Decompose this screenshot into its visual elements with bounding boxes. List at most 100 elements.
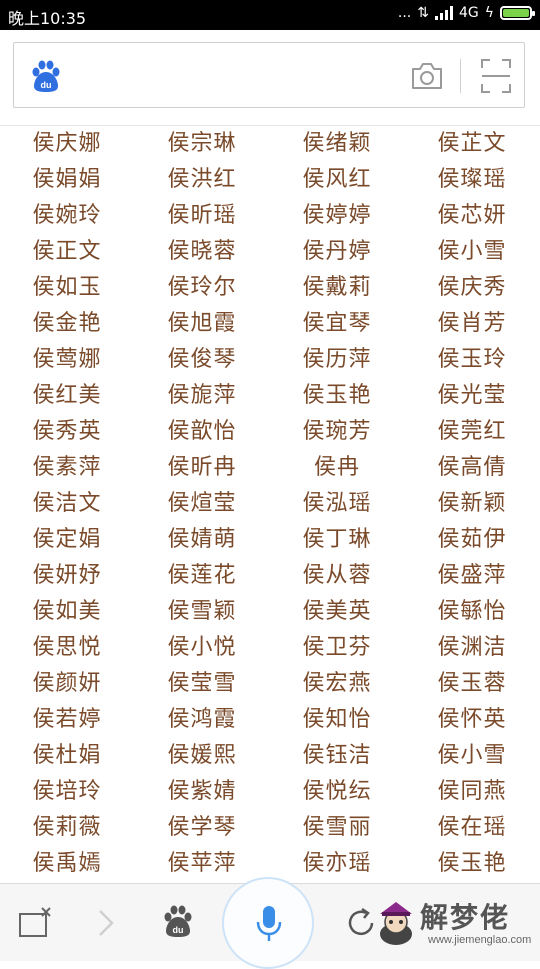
name-cell: 侯婉玲 <box>32 203 102 228</box>
name-cell: 侯玉蓉 <box>437 671 507 696</box>
microphone-icon <box>256 906 282 941</box>
name-row: 侯素萍 侯昕冉 侯冉 侯高倩 <box>0 450 540 486</box>
name-cell: 侯怀英 <box>437 707 507 732</box>
name-row: 侯正文 侯晓蓉 侯丹婷 侯小雪 <box>0 234 540 270</box>
close-window-icon[interactable] <box>18 906 54 938</box>
name-cell: 侯新颖 <box>437 491 507 516</box>
name-cell: 侯緐怡 <box>437 599 507 624</box>
svg-text:du: du <box>41 80 52 90</box>
name-cell: 侯莹雪 <box>167 671 237 696</box>
voice-search-button[interactable] <box>222 877 314 969</box>
name-cell: 侯知怡 <box>302 707 372 732</box>
name-row: 侯若婷 侯鸿霞 侯知怡 侯怀英 <box>0 702 540 738</box>
name-cell: 侯娟娟 <box>32 167 102 192</box>
name-cell: 侯泓瑶 <box>302 491 372 516</box>
name-cell: 侯旎萍 <box>167 383 237 408</box>
status-bar: 晚上10:35 ... ⇅ 4G ϟ <box>0 0 540 30</box>
name-cell: 侯历萍 <box>302 347 372 372</box>
name-cell: 侯渊洁 <box>437 635 507 660</box>
name-cell: 侯玉艳 <box>302 383 372 408</box>
name-row: 侯洁文 侯煊莹 侯泓瑶 侯新颖 <box>0 486 540 522</box>
name-cell: 侯秀英 <box>32 419 102 444</box>
name-cell: 侯禹嫣 <box>32 851 102 876</box>
name-cell: 侯定娟 <box>32 527 102 552</box>
name-row: 侯金艳 侯旭霞 侯宜琴 侯肖芳 <box>0 306 540 342</box>
name-cell: 侯婧萌 <box>167 527 237 552</box>
name-cell: 侯戴莉 <box>302 275 372 300</box>
names-grid: 侯庆娜 侯宗琳 侯绪颖 侯芷文 侯娟娟 侯洪红 侯风红 侯璨瑶 侯婉玲 侯昕瑶 侯婷婷 侯芯妍 侯正文侯… <box>0 125 540 881</box>
name-cell: 侯风红 <box>302 167 372 192</box>
name-cell: 侯亦瑶 <box>302 851 372 876</box>
name-cell: 侯绪颖 <box>302 131 372 156</box>
name-row: 侯秀英 侯歆怡 侯琬芳 侯莞红 <box>0 414 540 450</box>
name-cell: 侯小雪 <box>437 743 507 768</box>
name-cell: 侯红美 <box>32 383 102 408</box>
name-cell: 侯俊琴 <box>167 347 237 372</box>
name-cell: 侯玉艳 <box>437 851 507 876</box>
signal-icon <box>434 6 453 20</box>
name-cell: 侯颜妍 <box>32 671 102 696</box>
watermark-avatar-icon <box>380 902 412 945</box>
name-cell: 侯如玉 <box>32 275 102 300</box>
name-row: 侯莺娜 侯俊琴 侯历萍 侯玉玲 <box>0 342 540 378</box>
name-cell: 侯雪丽 <box>302 815 372 840</box>
search-box[interactable]: du <box>13 42 525 108</box>
scan-icon[interactable] <box>480 58 512 94</box>
name-cell: 侯学琴 <box>167 815 237 840</box>
name-cell: 侯晓蓉 <box>167 239 237 264</box>
name-row: 侯莉薇 侯学琴 侯雪丽 侯在瑶 <box>0 810 540 846</box>
watermark: 解梦佬 www.jiemenglao.com <box>372 892 537 952</box>
name-cell: 侯昕冉 <box>167 455 237 480</box>
battery-icon <box>500 6 535 20</box>
name-cell: 侯素萍 <box>32 455 102 480</box>
notification-dots: ... <box>397 5 412 21</box>
name-row: 侯培玲 侯紫婧 侯悦纭 侯同燕 <box>0 774 540 810</box>
network-type: 4G <box>458 5 479 21</box>
name-cell: 侯洁文 <box>32 491 102 516</box>
chevron-right-icon[interactable] <box>96 908 116 938</box>
baidu-paw-icon[interactable]: du <box>160 904 196 940</box>
name-cell: 侯冉 <box>313 455 360 480</box>
camera-icon[interactable] <box>410 61 444 91</box>
baidu-paw-icon[interactable]: du <box>28 59 64 95</box>
name-cell: 侯雪颖 <box>167 599 237 624</box>
name-cell: 侯苹萍 <box>167 851 237 876</box>
name-cell: 侯从蓉 <box>302 563 372 588</box>
name-cell: 侯紫婧 <box>167 779 237 804</box>
name-cell: 侯小雪 <box>437 239 507 264</box>
name-cell: 侯杜娟 <box>32 743 102 768</box>
name-row: 侯思悦 侯小悦 侯卫芬 侯渊洁 <box>0 630 540 666</box>
svg-text:du: du <box>173 925 184 935</box>
name-row: 侯颜妍 侯莹雪 侯宏燕 侯玉蓉 <box>0 666 540 702</box>
watermark-url: www.jiemenglao.com <box>428 934 532 946</box>
name-row: 侯定娟 侯婧萌 侯丁琳 侯茹伊 <box>0 522 540 558</box>
name-cell: 侯鸿霞 <box>167 707 237 732</box>
name-cell: 侯洪红 <box>167 167 237 192</box>
name-cell: 侯庆秀 <box>437 275 507 300</box>
name-cell: 侯卫芬 <box>302 635 372 660</box>
name-row: 侯妍妤 侯莲花 侯从蓉 侯盛萍 <box>0 558 540 594</box>
name-cell: 侯如美 <box>32 599 102 624</box>
name-cell: 侯金艳 <box>32 311 102 336</box>
name-cell: 侯丹婷 <box>302 239 372 264</box>
name-cell: 侯庆娜 <box>32 131 102 156</box>
name-cell: 侯莞红 <box>437 419 507 444</box>
name-row: 侯庆娜 侯宗琳 侯绪颖 侯芷文 <box>0 126 540 162</box>
name-cell: 侯思悦 <box>32 635 102 660</box>
name-row: 侯禹嫣 侯苹萍 侯亦瑶 侯玉艳 <box>0 846 540 881</box>
name-cell: 侯肖芳 <box>437 311 507 336</box>
name-row: 侯婉玲 侯昕瑶 侯婷婷 侯芯妍 <box>0 198 540 234</box>
status-time: 晚上10:35 <box>8 9 87 28</box>
name-cell: 侯高倩 <box>437 455 507 480</box>
name-row: 侯如玉 侯玲尔 侯戴莉 侯庆秀 <box>0 270 540 306</box>
name-cell: 侯芯妍 <box>437 203 507 228</box>
name-cell: 侯妍妤 <box>32 563 102 588</box>
search-header: du <box>0 30 540 125</box>
name-row: 侯如美 侯雪颖 侯美英 侯緐怡 <box>0 594 540 630</box>
status-icons: ... ⇅ 4G ϟ <box>397 5 535 21</box>
name-cell: 侯芷文 <box>437 131 507 156</box>
name-cell: 侯茹伊 <box>437 527 507 552</box>
name-cell: 侯钰洁 <box>302 743 372 768</box>
name-cell: 侯正文 <box>32 239 102 264</box>
name-cell: 侯美英 <box>302 599 372 624</box>
